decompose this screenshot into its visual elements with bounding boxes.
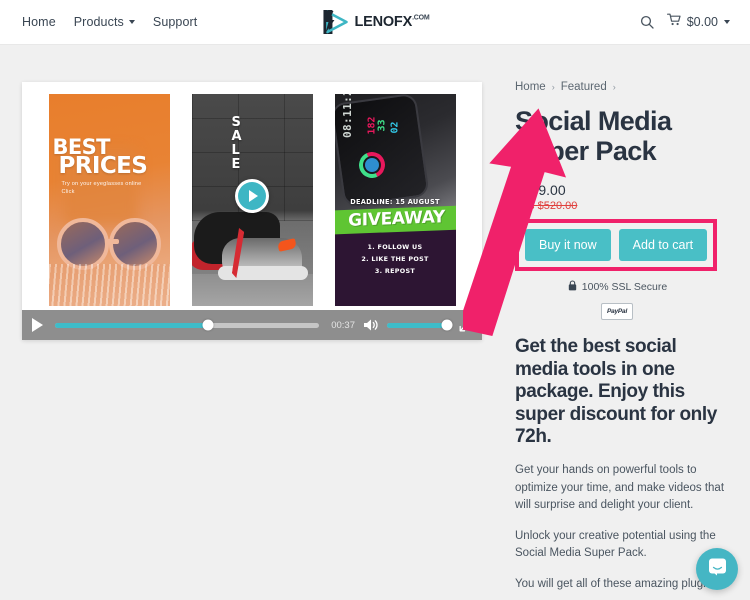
- panel-subtitle: Try on your eyeglasses online Click: [62, 180, 164, 197]
- site-header: Home Products Support LENOFX.COM $0.00: [0, 0, 750, 45]
- giveaway-banner: GIVEAWAY: [334, 205, 456, 235]
- sale-letter: S: [231, 115, 242, 130]
- lock-icon: [568, 280, 577, 294]
- watch-metric: 33: [376, 119, 388, 132]
- cta-highlight-box: Buy it now Add to cart: [515, 219, 718, 272]
- play-icon: [238, 182, 266, 210]
- seek-progress-fill: [55, 322, 209, 328]
- media-column: BEST PRICES Try on your eyeglasses onlin…: [0, 45, 505, 600]
- paypal-badge[interactable]: PayPal: [601, 303, 633, 321]
- search-icon[interactable]: [640, 15, 654, 29]
- fullscreen-icon[interactable]: [459, 319, 472, 332]
- panel-sale-text: S A L E: [231, 115, 243, 173]
- cta-row: Buy it now Add to cart: [525, 229, 708, 262]
- nav-item-label: Support: [152, 15, 198, 29]
- main-navigation: Home Products Support: [22, 15, 197, 29]
- cart-icon: [666, 13, 681, 31]
- volume-icon[interactable]: [363, 318, 379, 332]
- sale-letter: L: [231, 143, 241, 159]
- chevron-down-icon: [128, 20, 135, 24]
- shoe-sole-decor: [217, 266, 308, 280]
- play-logo-icon: [323, 10, 348, 34]
- stripes-decor: [48, 264, 170, 306]
- paypal-label: PayPal: [606, 308, 628, 316]
- seek-handle[interactable]: [202, 319, 214, 331]
- video-play-overlay-button[interactable]: [235, 179, 269, 213]
- site-logo[interactable]: LENOFX.COM: [320, 9, 430, 35]
- video-timecode: 00:37: [331, 319, 355, 331]
- product-paragraph-1: Get your hands on powerful tools to opti…: [515, 464, 725, 512]
- seek-slider[interactable]: [55, 319, 320, 331]
- breadcrumb-separator: ›: [612, 82, 616, 92]
- watch-metric: 182: [366, 116, 378, 135]
- panel-title-line2: PRICES: [58, 153, 148, 180]
- giveaway-steps: 1. FOLLOW US 2. LIKE THE POST 3. REPOST: [335, 242, 456, 278]
- nav-item-label: Home: [22, 15, 56, 29]
- video-panel-best-prices: BEST PRICES Try on your eyeglasses onlin…: [48, 94, 170, 306]
- ssl-badge: 100% SSL Secure: [515, 280, 720, 294]
- cart-button[interactable]: $0.00: [666, 13, 730, 31]
- product-headline: Get the best social media tools in one p…: [515, 336, 717, 447]
- volume-slider[interactable]: [387, 319, 453, 331]
- sale-letter: A: [231, 129, 243, 145]
- chat-message-icon: [707, 556, 728, 582]
- video-player[interactable]: BEST PRICES Try on your eyeglasses onlin…: [22, 82, 482, 340]
- watch-metric: 02: [389, 121, 401, 134]
- video-stage: BEST PRICES Try on your eyeglasses onlin…: [22, 82, 482, 310]
- ssl-text: 100% SSL Secure: [581, 281, 668, 294]
- product-price-was: was $520.00: [515, 200, 578, 213]
- cart-total: $0.00: [686, 15, 718, 29]
- activity-ring-inner-decor: [364, 158, 379, 172]
- giveaway-banner-text: GIVEAWAY: [347, 207, 445, 231]
- product-price: $199.00: [515, 182, 566, 199]
- giveaway-step: 2. LIKE THE POST: [361, 254, 429, 263]
- logo-suffix: .COM: [412, 14, 430, 22]
- lens-left-decor: [56, 218, 109, 270]
- panel-title: BEST PRICES: [53, 137, 168, 180]
- nav-item-support[interactable]: Support: [153, 15, 197, 29]
- volume-handle[interactable]: [441, 319, 453, 331]
- breadcrumb: Home › Featured ›: [515, 81, 730, 93]
- header-actions: $0.00: [640, 13, 730, 31]
- buy-it-now-button[interactable]: Buy it now: [525, 229, 611, 262]
- page-body: BEST PRICES Try on your eyeglasses onlin…: [0, 45, 750, 600]
- volume-fill: [387, 322, 448, 328]
- breadcrumb-item-home[interactable]: Home: [515, 81, 546, 93]
- chevron-down-icon: [724, 20, 730, 24]
- giveaway-step: 3. REPOST: [374, 266, 416, 275]
- page-title: Social Media Super Pack: [515, 106, 672, 166]
- nav-item-home[interactable]: Home: [22, 15, 56, 29]
- nav-item-label: Products: [73, 15, 124, 29]
- panel-subtitle-line2: Click: [61, 189, 75, 196]
- nav-item-products[interactable]: Products: [74, 15, 135, 29]
- panel-subtitle-line1: Try on your eyeglasses online: [61, 181, 142, 187]
- video-panel-giveaway: 08:11:23 182 33 02 DEADLINE: 15 AUGUST G…: [334, 94, 456, 306]
- lens-bridge-decor: [104, 239, 119, 244]
- watch-time: 08:11:23: [340, 94, 354, 138]
- video-controls-bar: 00:37: [22, 310, 482, 340]
- lens-right-decor: [108, 218, 161, 270]
- add-to-cart-button[interactable]: Add to cart: [618, 229, 708, 262]
- product-paragraph-2: Unlock your creative potential using the…: [515, 529, 716, 560]
- sale-letter: E: [231, 157, 241, 173]
- logo-text: LENOFX: [354, 14, 413, 30]
- giveaway-step: 1. FOLLOW US: [367, 243, 423, 251]
- play-icon[interactable]: [32, 318, 43, 332]
- breadcrumb-item-featured[interactable]: Featured: [561, 81, 607, 93]
- breadcrumb-separator: ›: [551, 82, 555, 92]
- giveaway-deadline: DEADLINE: 15 AUGUST: [350, 198, 440, 206]
- chat-launcher-button[interactable]: [696, 548, 738, 590]
- product-column: Home › Featured › Social Media Super Pac…: [463, 45, 750, 600]
